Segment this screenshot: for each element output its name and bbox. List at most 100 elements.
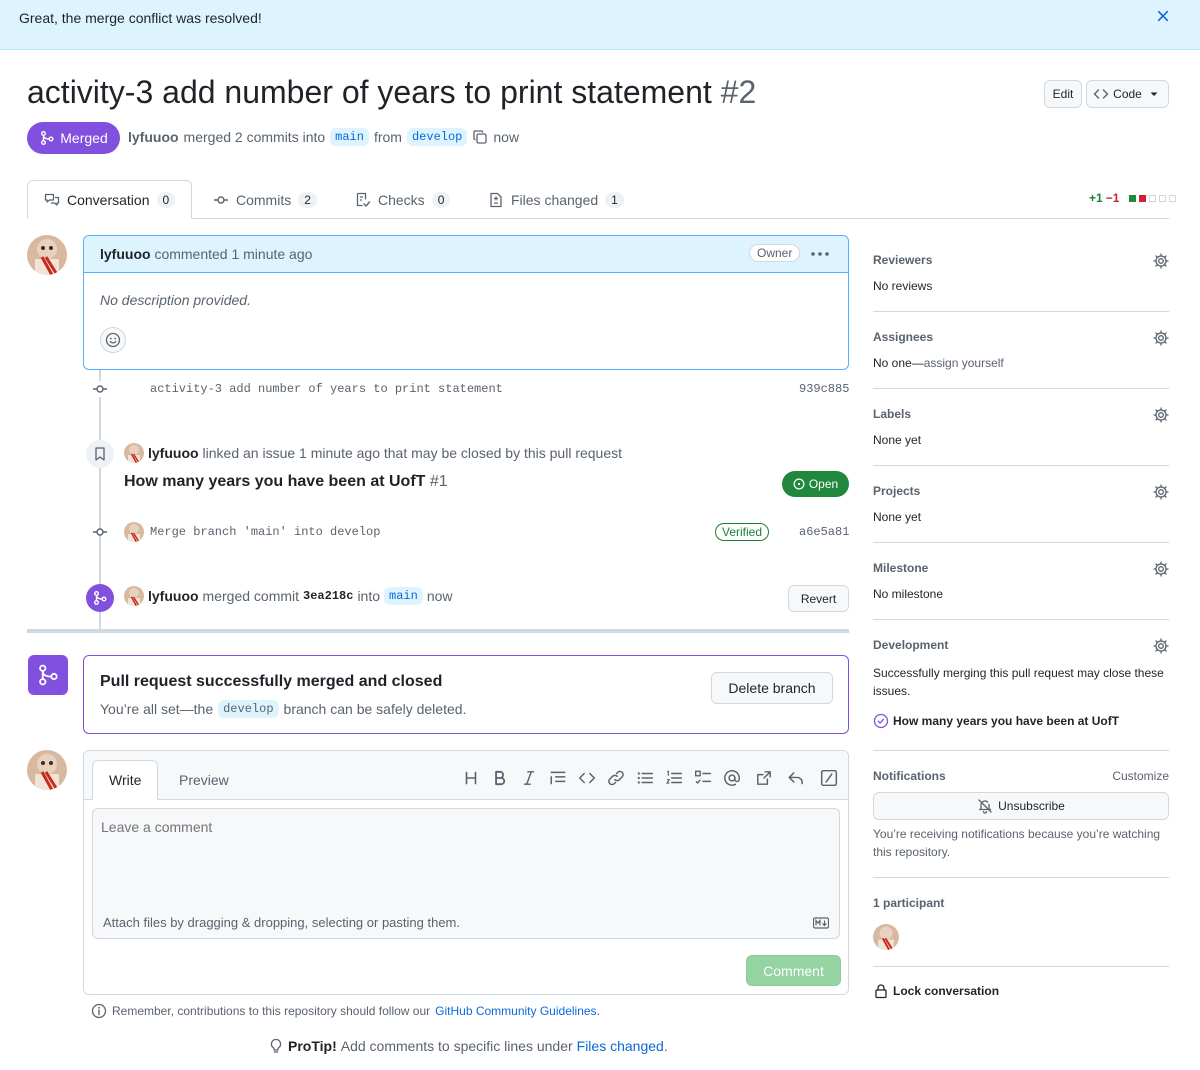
sidebar-divider [873,877,1169,878]
diffstat-block [1129,194,1137,202]
quote-icon[interactable] [549,769,567,787]
merge-branch[interactable]: main [384,587,423,605]
flash-banner: Great, the merge conflict was resolved! [0,0,1200,50]
sidebar-divider [873,619,1169,620]
event-author[interactable]: lyfuuoo [148,588,199,604]
revert-button[interactable]: Revert [788,585,849,612]
avatar[interactable] [124,586,144,606]
lock-label: Lock conversation [893,984,1000,998]
tab-commits[interactable]: Commits 2 [197,180,333,219]
gear-icon[interactable] [1153,253,1169,269]
sidebar-divider [873,966,1169,967]
attach-files-area[interactable]: Attach files by dragging & dropping, sel… [92,907,840,939]
heading-icon[interactable] [462,769,480,787]
comment-author[interactable]: lyfuuoo [100,246,151,262]
commit-message-link[interactable]: activity-3 add number of years to print … [150,382,503,396]
gear-icon[interactable] [1153,638,1169,654]
gear-icon[interactable] [1153,561,1169,577]
lock-conversation-link[interactable]: Lock conversation [873,983,999,999]
tab-label: Conversation [67,191,150,208]
meta-text: merged 2 commits into [183,129,326,145]
edit-button[interactable]: Edit [1044,80,1082,108]
sidebar-notifications: Notifications Customize [873,769,1169,783]
base-branch[interactable]: main [330,128,369,146]
gear-icon[interactable] [1153,484,1169,500]
protip-text: Add comments to specific lines under [340,1038,573,1054]
file-diff-icon [490,192,502,207]
issue-status-badge: Open [782,471,849,497]
link-icon[interactable] [607,769,625,787]
copy-icon[interactable] [472,129,488,145]
comment-textarea[interactable] [92,808,840,908]
page-title: activity-3 add number of years to print … [27,74,756,111]
event-author[interactable]: lyfuuoo [148,445,199,461]
head-branch[interactable]: develop [406,128,468,146]
comment-author-line: lyfuuoo commented 1 minute ago [100,246,312,262]
tasklist-icon[interactable] [694,769,712,787]
assign-yourself-link[interactable]: assign yourself [924,356,1004,370]
notifications-note: You’re receiving notifications because y… [873,827,1161,859]
commit-sha-link[interactable]: a6e5a81 [799,525,849,539]
close-icon[interactable] [1155,8,1171,24]
sidebar-assignees: Assignees No one—assign yourself [873,330,1169,370]
bold-icon[interactable] [491,769,509,787]
merged-branch[interactable]: develop [218,700,279,718]
chevron-down-icon [1150,92,1158,96]
avatar[interactable] [124,522,144,542]
gear-icon[interactable] [1153,330,1169,346]
author-link[interactable]: lyfuuoo [128,129,179,145]
reply-icon[interactable] [787,769,805,787]
list-ordered-icon[interactable] [665,769,683,787]
comment-submit-button[interactable]: Comment [746,955,841,986]
remember-suffix: . [596,1004,600,1018]
diffstat: +1 −1 [1089,191,1177,205]
sidebar-reviewers: Reviewers No reviews [873,253,1169,293]
code-button[interactable]: Code [1086,80,1169,108]
community-guidelines-note: Remember, contributions to this reposito… [91,1003,600,1019]
owner-badge: Owner [749,244,801,262]
git-commit-icon [92,524,108,540]
tab-counter: 2 [298,191,317,208]
files-changed-link[interactable]: Files changed [577,1038,664,1054]
tab-label: Commits [236,191,292,208]
add-reaction-button[interactable] [100,327,126,353]
tab-preview[interactable]: Preview [163,760,245,800]
italic-icon[interactable] [520,769,538,787]
git-merge-icon [41,131,54,145]
delete-branch-button[interactable]: Delete branch [711,672,833,704]
tab-write[interactable]: Write [92,760,159,800]
linked-issue-title[interactable]: How many years you have been at UofT #1 [124,473,448,491]
commit-message-link[interactable]: Merge branch 'main' into develop [150,525,380,539]
gear-icon[interactable] [1153,407,1169,423]
mention-icon[interactable] [723,769,741,787]
verified-badge[interactable]: Verified [715,523,770,541]
protip-suffix: . [663,1038,668,1054]
sidebar-divider [873,465,1169,466]
info-icon [91,1003,107,1019]
customize-link[interactable]: Customize [1112,769,1169,783]
cross-reference-icon[interactable] [755,769,773,787]
assignees-value: No one—assign yourself [873,356,1169,370]
code-icon[interactable] [578,769,596,787]
avatar[interactable] [27,750,67,790]
comment-action: commented 1 minute ago [154,246,313,262]
tab-conversation[interactable]: Conversation 0 [27,180,193,219]
tab-files-changed[interactable]: Files changed 1 [472,180,640,219]
avatar[interactable] [124,443,144,463]
development-issue-title: How many years you have been at UofT [893,714,1120,728]
issue-number: #1 [429,473,448,490]
tab-checks[interactable]: Checks 0 [339,180,466,219]
avatar[interactable] [27,235,67,275]
kebab-horizontal-icon[interactable] [808,244,832,264]
reviewers-value: No reviews [873,279,933,293]
merge-commit-sha[interactable]: 3ea218c [303,589,353,603]
guidelines-link[interactable]: GitHub Community Guidelines [435,1004,596,1018]
assignees-text: No one— [873,356,924,370]
checklist-icon [356,192,371,207]
list-unordered-icon[interactable] [636,769,654,787]
unsubscribe-button[interactable]: Unsubscribe [873,792,1169,820]
slash-command-icon[interactable] [820,769,838,787]
commit-sha-link[interactable]: 939c885 [799,382,849,396]
participant-avatar[interactable] [873,924,899,950]
development-issue[interactable]: How many years you have been at UofT [873,713,1169,729]
